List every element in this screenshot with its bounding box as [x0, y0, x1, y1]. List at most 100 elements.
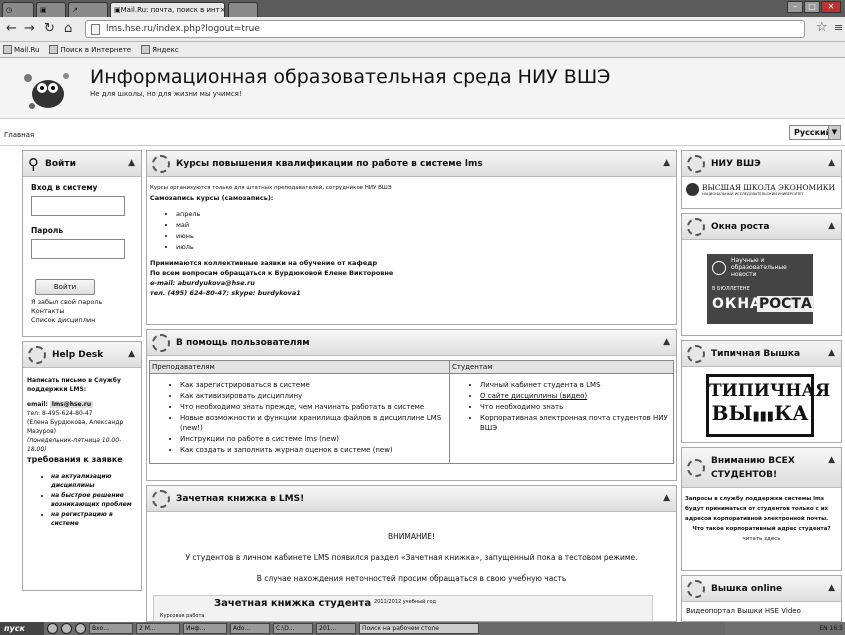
month-item[interactable]: июль [176, 242, 673, 252]
site-title: Информационная образовательная среда НИУ… [90, 66, 611, 88]
contacts-link[interactable]: Контакты [31, 307, 133, 315]
tab-1[interactable]: ◷ [2, 2, 34, 17]
collapse-icon[interactable]: ▲ [663, 493, 670, 503]
taskbar-item[interactable]: Вхо... [89, 623, 133, 634]
disciplines-link[interactable]: Список дисциплин [31, 316, 133, 324]
attention-header: Вниманию ВСЕХ СТУДЕНТОВ! ▲ [682, 448, 841, 488]
new-tab-button[interactable] [228, 2, 258, 17]
login-button[interactable]: Войти [35, 279, 95, 295]
address-bar[interactable]: lms.hse.ru/index.php?logout=true [85, 20, 805, 38]
student-link[interactable]: О сайте дисциплины (видео) [480, 391, 673, 401]
collapse-icon[interactable]: ▲ [128, 349, 135, 359]
taskbar-item[interactable]: 201... [316, 623, 356, 634]
maximize-icon[interactable]: □ [804, 1, 820, 13]
growth-block: Окна роста ▲ Научные и образовательные но… [681, 213, 842, 336]
month-item[interactable]: апрель [176, 209, 673, 219]
teacher-link[interactable]: Новые возможности и функции хранилища фа… [180, 413, 449, 433]
login-heading: Вход в систему [31, 183, 98, 192]
help-table: ПреподавателямСтудентам Как зарегистриро… [149, 360, 674, 464]
block-title: Окна роста [711, 221, 770, 232]
courses-tel: тел. (495) 624-80-47; skype: burdykova1 [150, 289, 301, 297]
helpdesk-intro: Написать письмо в Службу поддержки LMS: [27, 377, 121, 393]
growth-banner[interactable]: Научные и образовательные новости В БЮЛЛ… [707, 254, 814, 324]
helpdesk-email-link[interactable]: lms@hse.ru [49, 401, 94, 408]
breadcrumb[interactable]: Главная [4, 131, 34, 139]
site-subtitle: Не для школы, но для жизни мы учимся! [90, 90, 242, 98]
owl-logo[interactable] [20, 66, 75, 114]
teacher-link[interactable]: Что необходимо знать прежде, чем начинат… [180, 402, 449, 412]
month-item[interactable]: май [176, 220, 673, 230]
block-title: Вниманию ВСЕХ СТУДЕНТОВ! [711, 455, 795, 480]
collapse-icon[interactable]: ▲ [828, 348, 835, 358]
gear-icon [152, 154, 170, 173]
month-item[interactable]: июнь [176, 231, 673, 241]
courses-header: Курсы повышения квалификации по работе в… [147, 151, 676, 177]
close-window-icon[interactable]: ✕ [821, 1, 841, 13]
growth-in: В БЮЛЛЕТЕНЕ [712, 286, 750, 292]
student-link[interactable]: Корпоративная электронная почта студенто… [480, 413, 673, 433]
student-link[interactable]: Личный кабинет студента в LMS [480, 380, 673, 390]
collapse-icon[interactable]: ▲ [828, 158, 835, 168]
online-text[interactable]: Видеопортал Вышки HSE Video [682, 602, 841, 620]
password-input[interactable] [31, 239, 125, 259]
hse-logo-subtext: НАЦИОНАЛЬНЫЙ ИССЛЕДОВАТЕЛЬСКИЙ УНИВЕРСИТ… [702, 192, 804, 196]
username-input[interactable] [31, 196, 125, 216]
helpdesk-header: Help Desk ▲ [23, 342, 141, 368]
attention-link[interactable]: читать здесь [743, 536, 781, 542]
tab-label: Mail.Ru: почта, поиск в инт [120, 6, 220, 14]
student-link[interactable]: Что необходимо знать [480, 402, 673, 412]
browser-tab-bar: ◷ ▣ ↗ ▣ Mail.Ru: почта, поиск в инт × –□… [0, 0, 845, 17]
bookmark-search[interactable]: Поиск в Интернете [49, 45, 131, 54]
word-quicklaunch-icon[interactable] [75, 623, 86, 634]
taskbar-item[interactable]: 2 М... [136, 623, 180, 634]
start-button[interactable]: пуск [0, 622, 44, 635]
collapse-icon[interactable]: ▲ [663, 158, 670, 168]
typical-line1: ТИПИЧНАЯ [709, 381, 831, 401]
collapse-icon[interactable]: ▲ [828, 221, 835, 231]
tab-close-icon[interactable]: × [220, 6, 224, 14]
taskbar-item[interactable]: Инф... [183, 623, 227, 634]
growth-header: Окна роста ▲ [682, 214, 841, 240]
attention-text: Запросы в службу поддержки системы lms б… [685, 496, 829, 522]
collapse-icon[interactable]: ▲ [828, 455, 835, 465]
back-arrow-icon[interactable]: ← [6, 22, 17, 36]
language-select[interactable]: Русский ▼ [789, 125, 841, 140]
desktop-search-input[interactable]: Поиск на рабочем столе [359, 623, 479, 634]
chevron-down-icon: ▼ [828, 126, 840, 139]
teacher-link[interactable]: Как создать и заполнить журнал оценок в … [180, 445, 449, 455]
teacher-link[interactable]: Инструкции по работе в системе lms (new) [180, 434, 449, 444]
ie-quicklaunch-icon[interactable] [61, 623, 72, 634]
typical-banner[interactable]: ТИПИЧНАЯ ВЫ▮▮▮КА [706, 374, 831, 437]
courses-enroll[interactable]: Самозапись курсы (самозапись): [150, 193, 673, 203]
teacher-link[interactable]: Как активизировать дисциплину [180, 391, 449, 401]
tab-3[interactable]: ↗ [68, 2, 108, 17]
courses-email: e-mail: aburdyukova@hse.ru [150, 279, 255, 287]
forgot-password-link[interactable]: Я забыл свой пароль [31, 298, 133, 306]
bookmark-star-icon[interactable]: ☆ [816, 20, 828, 35]
collapse-icon[interactable]: ▲ [828, 583, 835, 593]
taskbar-item[interactable]: C:\D... [273, 623, 313, 634]
taskbar-item[interactable]: Ado... [230, 623, 270, 634]
email-label: email: [27, 401, 48, 408]
collapse-icon[interactable]: ▲ [128, 158, 135, 168]
collapse-icon[interactable]: ▲ [663, 337, 670, 347]
browser-quicklaunch-icon[interactable] [47, 623, 58, 634]
bookmark-mailru[interactable]: Mail.Ru [3, 45, 39, 54]
gear-icon [28, 345, 46, 364]
tab-2[interactable]: ▣ [36, 2, 66, 17]
home-icon[interactable]: ⌂ [64, 22, 72, 36]
yandex-icon [141, 45, 151, 54]
growth-name-accent: РОСТА [757, 296, 814, 312]
teacher-link[interactable]: Как зарегистрироваться в системе [180, 380, 449, 390]
menu-icon[interactable]: ≡ [834, 21, 843, 34]
typical-line3: КА [773, 401, 809, 425]
block-title: В помощь пользователям [176, 337, 310, 348]
reload-icon[interactable]: ↻ [44, 22, 55, 36]
minimize-icon[interactable]: – [787, 1, 803, 13]
hse-logo-link[interactable]: ВЫСШАЯ ШКОЛА ЭКОНОМИКИ НАЦИОНАЛЬНЫЙ ИССЛ… [682, 177, 841, 202]
bookmark-label: Яндекс [152, 45, 179, 54]
forward-arrow-icon[interactable]: → [24, 22, 35, 36]
bookmark-yandex[interactable]: Яндекс [141, 45, 179, 54]
tab-mail[interactable]: ▣ Mail.Ru: почта, поиск в инт × [110, 2, 225, 17]
typical-header: Типичная Вышка ▲ [682, 341, 841, 367]
